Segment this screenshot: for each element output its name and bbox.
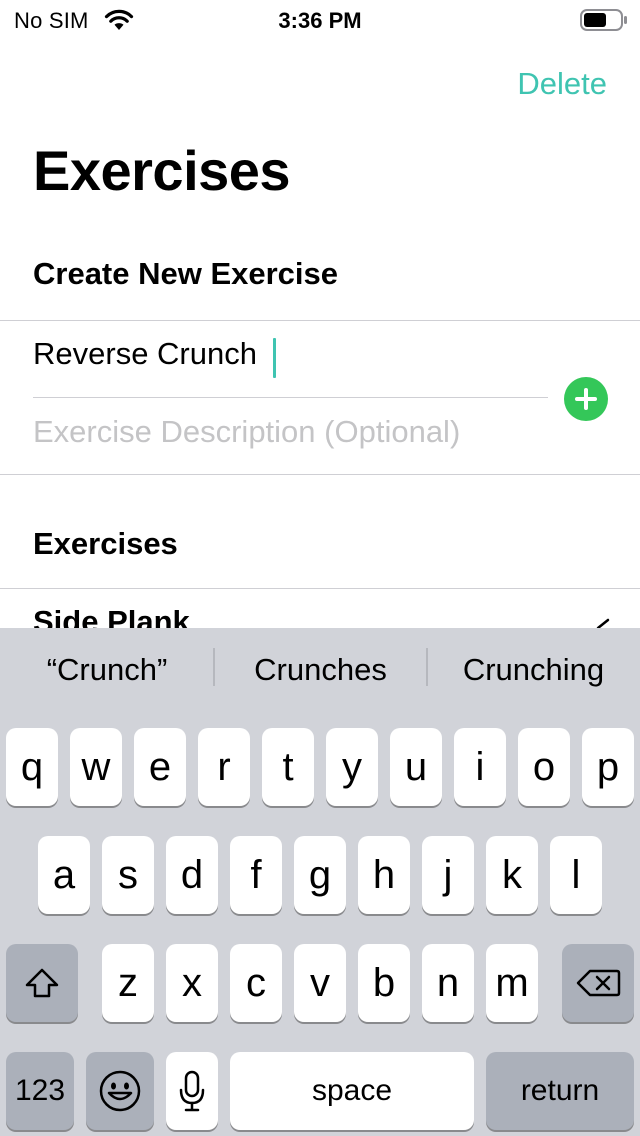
suggestion-bar: “Crunch” Crunches Crunching — [0, 628, 640, 716]
key[interactable]: e — [134, 728, 186, 806]
exercise-description-input[interactable]: Exercise Description (Optional) — [33, 414, 543, 460]
suggestion-item[interactable]: Crunching — [427, 652, 640, 688]
divider — [0, 320, 640, 321]
key[interactable]: y — [326, 728, 378, 806]
shift-key[interactable] — [6, 944, 78, 1022]
key[interactable]: c — [230, 944, 282, 1022]
key[interactable]: p — [582, 728, 634, 806]
divider — [0, 588, 640, 589]
key[interactable]: g — [294, 836, 346, 914]
microphone-icon — [179, 1070, 205, 1112]
exercises-list-header: Exercises — [33, 526, 178, 561]
key[interactable]: t — [262, 728, 314, 806]
key[interactable]: u — [390, 728, 442, 806]
key[interactable]: f — [230, 836, 282, 914]
key[interactable]: m — [486, 944, 538, 1022]
microphone-key[interactable] — [166, 1052, 218, 1130]
backspace-icon — [576, 969, 621, 997]
shift-icon — [25, 968, 59, 998]
divider — [0, 474, 640, 475]
key[interactable]: b — [358, 944, 410, 1022]
backspace-key[interactable] — [562, 944, 634, 1022]
return-key[interactable]: return — [486, 1052, 634, 1130]
exercise-name-input[interactable]: Reverse Crunch — [33, 336, 543, 382]
key[interactable]: a — [38, 836, 90, 914]
key[interactable]: x — [166, 944, 218, 1022]
emoji-icon — [99, 1070, 141, 1112]
key[interactable]: o — [518, 728, 570, 806]
key[interactable]: z — [102, 944, 154, 1022]
divider — [33, 397, 548, 398]
key[interactable]: w — [70, 728, 122, 806]
text-cursor — [273, 338, 276, 378]
create-exercise-header: Create New Exercise — [33, 256, 339, 291]
key[interactable]: s — [102, 836, 154, 914]
space-key[interactable]: space — [230, 1052, 474, 1130]
key[interactable]: l — [550, 836, 602, 914]
battery-icon — [580, 9, 627, 31]
key[interactable]: j — [422, 836, 474, 914]
key[interactable]: i — [454, 728, 506, 806]
key[interactable]: h — [358, 836, 410, 914]
key[interactable]: v — [294, 944, 346, 1022]
key[interactable]: n — [422, 944, 474, 1022]
suggestion-item[interactable]: “Crunch” — [0, 652, 214, 688]
plus-circle-icon[interactable] — [564, 377, 608, 421]
suggestion-item[interactable]: Crunches — [214, 652, 427, 688]
clock: 3:36 PM — [278, 8, 362, 33]
page-title: Exercises — [33, 139, 291, 202]
emoji-key[interactable] — [86, 1052, 154, 1130]
key[interactable]: k — [486, 836, 538, 914]
key[interactable]: q — [6, 728, 58, 806]
numbers-key[interactable]: 123 — [6, 1052, 74, 1130]
screen: No SIM 3:36 PM Delete Exercises Create N… — [0, 0, 640, 1136]
keyboard: “Crunch” Crunches Crunching q w e r t y … — [0, 628, 640, 1136]
key[interactable]: d — [166, 836, 218, 914]
key[interactable]: r — [198, 728, 250, 806]
delete-button[interactable]: Delete — [517, 66, 607, 102]
status-bar: No SIM 3:36 PM — [0, 0, 640, 40]
